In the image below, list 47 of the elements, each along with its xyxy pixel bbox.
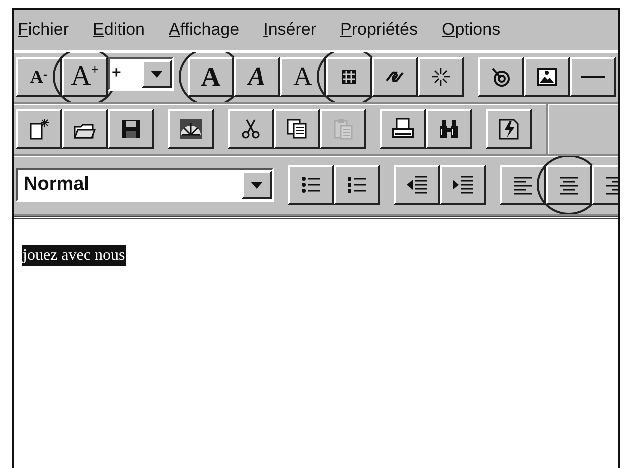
sparkle-icon: [429, 65, 453, 89]
page-lightning-icon: [497, 117, 521, 141]
new-document-button[interactable]: [16, 109, 62, 149]
outdent-button[interactable]: [394, 165, 440, 205]
horizontal-line-button[interactable]: [570, 57, 616, 97]
selected-text: jouez avec nous: [22, 245, 126, 266]
font-size-field[interactable]: +: [108, 57, 174, 91]
bold-button[interactable]: A: [188, 57, 234, 97]
font-smaller-button[interactable]: A$^{-}$: [16, 57, 62, 97]
copy-button[interactable]: [274, 109, 320, 149]
italic-button[interactable]: A: [234, 57, 280, 97]
menu-item[interactable]: Affichage: [167, 20, 251, 40]
paragraph-style-field[interactable]: Normal: [16, 168, 274, 202]
image-icon: [535, 65, 559, 89]
floppy-disk-button[interactable]: [108, 109, 154, 149]
folder-button[interactable]: [62, 109, 108, 149]
image-button[interactable]: [524, 57, 570, 97]
dropdown-button[interactable]: [242, 171, 272, 199]
bullet-list-button[interactable]: [288, 165, 334, 205]
ship-wheel-button[interactable]: [168, 109, 214, 149]
align-center-button[interactable]: [546, 165, 592, 205]
binoculars-button[interactable]: [426, 109, 472, 149]
chain-link-button[interactable]: [372, 57, 418, 97]
fixed-width-button[interactable]: A: [280, 57, 326, 97]
menu-item[interactable]: Fichier: [16, 20, 80, 40]
font-larger-button[interactable]: A$^{+}$: [62, 57, 108, 97]
sparkle-button[interactable]: [418, 57, 464, 97]
menu-item[interactable]: Insérer: [262, 20, 328, 40]
menu-item[interactable]: Edition: [91, 20, 156, 40]
binoculars-icon: [437, 117, 461, 141]
table-button[interactable]: [326, 57, 372, 97]
printer-button[interactable]: [380, 109, 426, 149]
numbered-list-button[interactable]: [334, 165, 380, 205]
menu-item[interactable]: Options: [440, 20, 512, 40]
dropdown-button[interactable]: [142, 60, 172, 88]
indent-button[interactable]: [440, 165, 486, 205]
copy-icon: [285, 117, 309, 141]
align-left-button[interactable]: [500, 165, 546, 205]
menu-item[interactable]: Propriétés: [338, 20, 429, 40]
caret-icon: [151, 70, 163, 78]
printer-icon: [391, 117, 415, 141]
caret-icon: [251, 182, 263, 188]
horizontal-line-icon: [581, 76, 605, 78]
page-lightning-button[interactable]: [486, 109, 532, 149]
target-button[interactable]: [478, 57, 524, 97]
ship-wheel-icon: [179, 117, 203, 141]
scissors-button[interactable]: [228, 109, 274, 149]
